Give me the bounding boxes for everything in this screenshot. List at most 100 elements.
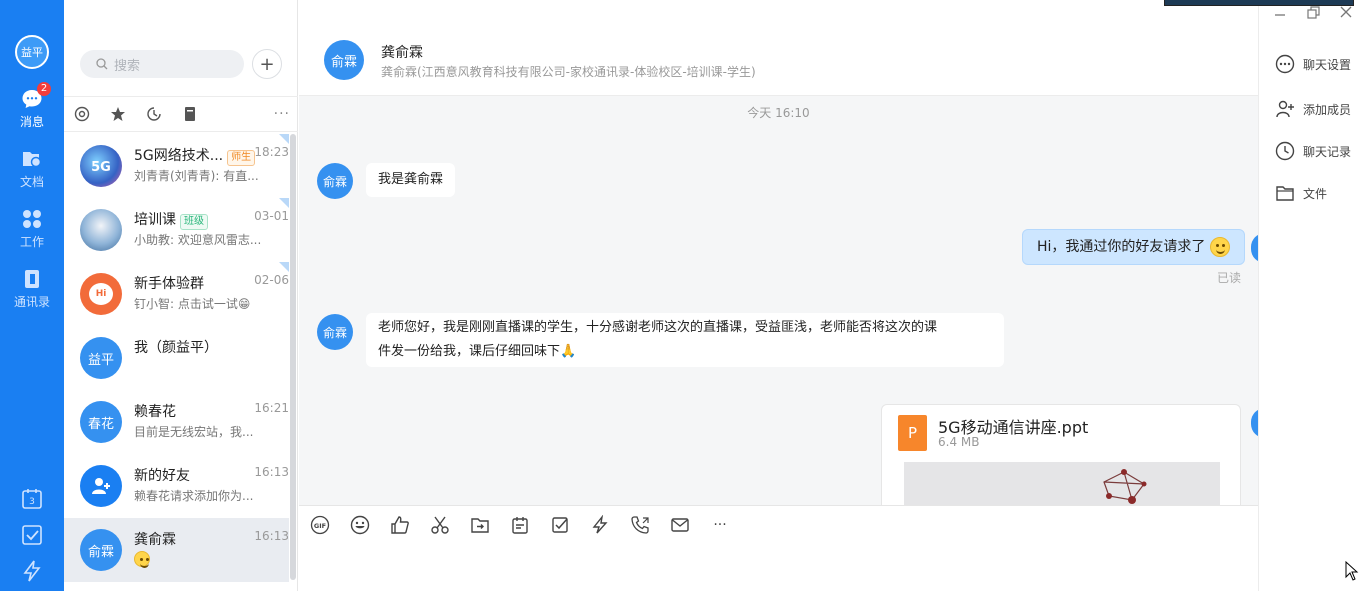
file-message-card[interactable]: P 5G移动通信讲座.ppt 6.4 MB (881, 404, 1241, 514)
conversation-name: 赖春花 (134, 404, 176, 420)
sender-avatar[interactable]: 俞霖 (317, 163, 353, 199)
restore-button[interactable] (1307, 6, 1320, 23)
emoji-button[interactable] (349, 514, 371, 536)
chat-settings-button[interactable]: 聊天设置 (1275, 54, 1351, 74)
user-avatar: 益平 (80, 337, 122, 379)
conversation-preview: 钉小智: 点击试一试😁 (134, 297, 251, 311)
message-icon: 2 (21, 82, 51, 110)
calendar-icon (512, 517, 528, 534)
pinned-marker (279, 134, 289, 144)
my-message-bubble[interactable]: Hi，我通过你的好友请求了 (1022, 229, 1245, 265)
sender-avatar[interactable]: 俞霖 (317, 314, 353, 350)
close-icon (1340, 6, 1352, 18)
add-member-button[interactable]: 添加成员 (1275, 99, 1351, 119)
task-button[interactable] (549, 514, 571, 536)
lightning-icon (23, 560, 41, 582)
files-label: 文件 (1303, 186, 1328, 201)
add-member-label: 添加成员 (1303, 102, 1352, 117)
conversation-item[interactable]: Hi 新手体验群 02-06 钉小智: 点击试一试😁 (64, 262, 289, 326)
todo-nav-button[interactable] (20, 523, 44, 547)
add-member-icon (1276, 100, 1294, 118)
conversation-item[interactable]: 益平 我（颜益平） (64, 326, 289, 390)
todo-check-icon (22, 525, 42, 545)
chat-side-panel: 聊天设置 添加成员 聊天记录 文件 (1258, 0, 1366, 591)
screenshot-button[interactable] (429, 514, 451, 536)
nav-work-label: 工作 (19, 235, 44, 249)
emoji-icon (350, 515, 370, 535)
message-composer[interactable]: GIF ··· (299, 505, 1258, 591)
mention-filter[interactable] (64, 106, 100, 122)
nav-contacts-label: 通讯录 (13, 295, 50, 309)
chat-settings-label: 聊天设置 (1303, 57, 1352, 72)
more-tools-button[interactable]: ··· (709, 514, 731, 536)
nav-messages-label: 消息 (19, 115, 44, 129)
main-nav: 益平 2 消息 文档 工作 通讯录 3 (0, 0, 64, 591)
close-button[interactable] (1340, 6, 1352, 22)
conversation-time: 16:13 (254, 529, 289, 543)
pinned-marker (279, 262, 289, 272)
ding-nav-button[interactable] (20, 559, 44, 583)
add-button[interactable]: + (252, 49, 282, 79)
nav-work[interactable]: 工作 (0, 208, 64, 260)
contact-avatar[interactable]: 俞霖 (324, 40, 364, 80)
conversation-preview: 小助教: 欢迎意风雷志... (134, 233, 262, 247)
like-button[interactable] (389, 514, 411, 536)
folder-send-icon (471, 518, 489, 533)
files-button[interactable]: 文件 (1275, 183, 1327, 203)
mail-icon (671, 518, 689, 532)
conversation-time: 16:21 (254, 401, 289, 415)
svg-text:GIF: GIF (314, 522, 326, 530)
send-file-button[interactable] (469, 514, 491, 536)
at-icon (74, 106, 90, 122)
conversation-time: 02-06 (254, 273, 289, 287)
ppt-file-icon: P (898, 415, 927, 451)
nav-messages[interactable]: 2 消息 (0, 82, 64, 140)
cursor-icon (1345, 560, 1359, 581)
conversation-item[interactable]: 新的好友 16:13 赖春花请求添加你为... (64, 454, 289, 518)
conversation-name: 新手体验群 (134, 276, 204, 292)
group-avatar: Hi (80, 273, 122, 315)
conversation-name: 龚俞霖 (134, 532, 176, 548)
chat-history-button[interactable]: 聊天记录 (1275, 141, 1351, 161)
nav-contacts[interactable]: 通讯录 (0, 268, 64, 320)
message-line: 老师您好，我是刚刚直播课的学生，十分感谢老师这次的直播课，受益匪浅，老师能否将这… (378, 320, 938, 335)
user-avatar: 俞霖 (80, 529, 122, 571)
group-avatar (80, 209, 122, 251)
minimize-button[interactable] (1274, 6, 1286, 22)
unread-badge: 2 (37, 82, 51, 96)
clock-icon (147, 107, 161, 121)
message-bubble[interactable]: 老师您好，我是刚刚直播课的学生，十分感谢老师这次的直播课，受益匪浅，老师能否将这… (366, 313, 1004, 367)
list-scrollbar[interactable] (290, 134, 296, 580)
calendar-nav-button[interactable]: 3 (20, 487, 44, 511)
user-avatar[interactable]: 益平 (15, 35, 49, 69)
filter-bar: ··· (64, 96, 298, 132)
search-input[interactable]: 搜索 (80, 50, 244, 78)
mail-button[interactable] (669, 514, 691, 536)
user-avatar: 春花 (80, 401, 122, 443)
message-bubble[interactable]: 我是龚俞霖 (366, 163, 456, 197)
pinned-marker (279, 198, 289, 208)
conversation-item-active[interactable]: 俞霖 龚俞霖 16:13 (64, 518, 289, 582)
ding-icon (592, 515, 608, 534)
schedule-button[interactable] (509, 514, 531, 536)
conversation-item[interactable]: 春花 赖春花 16:21 目前是无线宏站，我... (64, 390, 289, 454)
search-icon (96, 58, 108, 70)
starred-filter[interactable] (100, 106, 136, 122)
restore-icon (1307, 6, 1320, 19)
task-check-icon (552, 517, 568, 533)
gif-button[interactable]: GIF (309, 514, 331, 536)
scissors-icon (431, 516, 449, 534)
conversation-time: 03-01 (254, 209, 289, 223)
message-line: 件发一份给我，课后仔细回味下🙏 (378, 344, 577, 359)
recent-filter[interactable] (136, 106, 172, 122)
work-icon (21, 208, 43, 230)
conversation-item[interactable]: 5G 5G网络技术... 师生 18:23 刘青青(刘青青): 有直... (64, 134, 289, 198)
more-filters-button[interactable]: ··· (274, 106, 290, 122)
history-icon (1275, 141, 1295, 161)
call-button[interactable] (629, 514, 651, 536)
ding-button[interactable] (589, 514, 611, 536)
mouse-cursor (1345, 560, 1359, 585)
archive-filter[interactable] (172, 106, 208, 122)
nav-documents[interactable]: 文档 (0, 148, 64, 200)
conversation-item[interactable]: 培训课 班级 03-01 小助教: 欢迎意风雷志... (64, 198, 289, 262)
